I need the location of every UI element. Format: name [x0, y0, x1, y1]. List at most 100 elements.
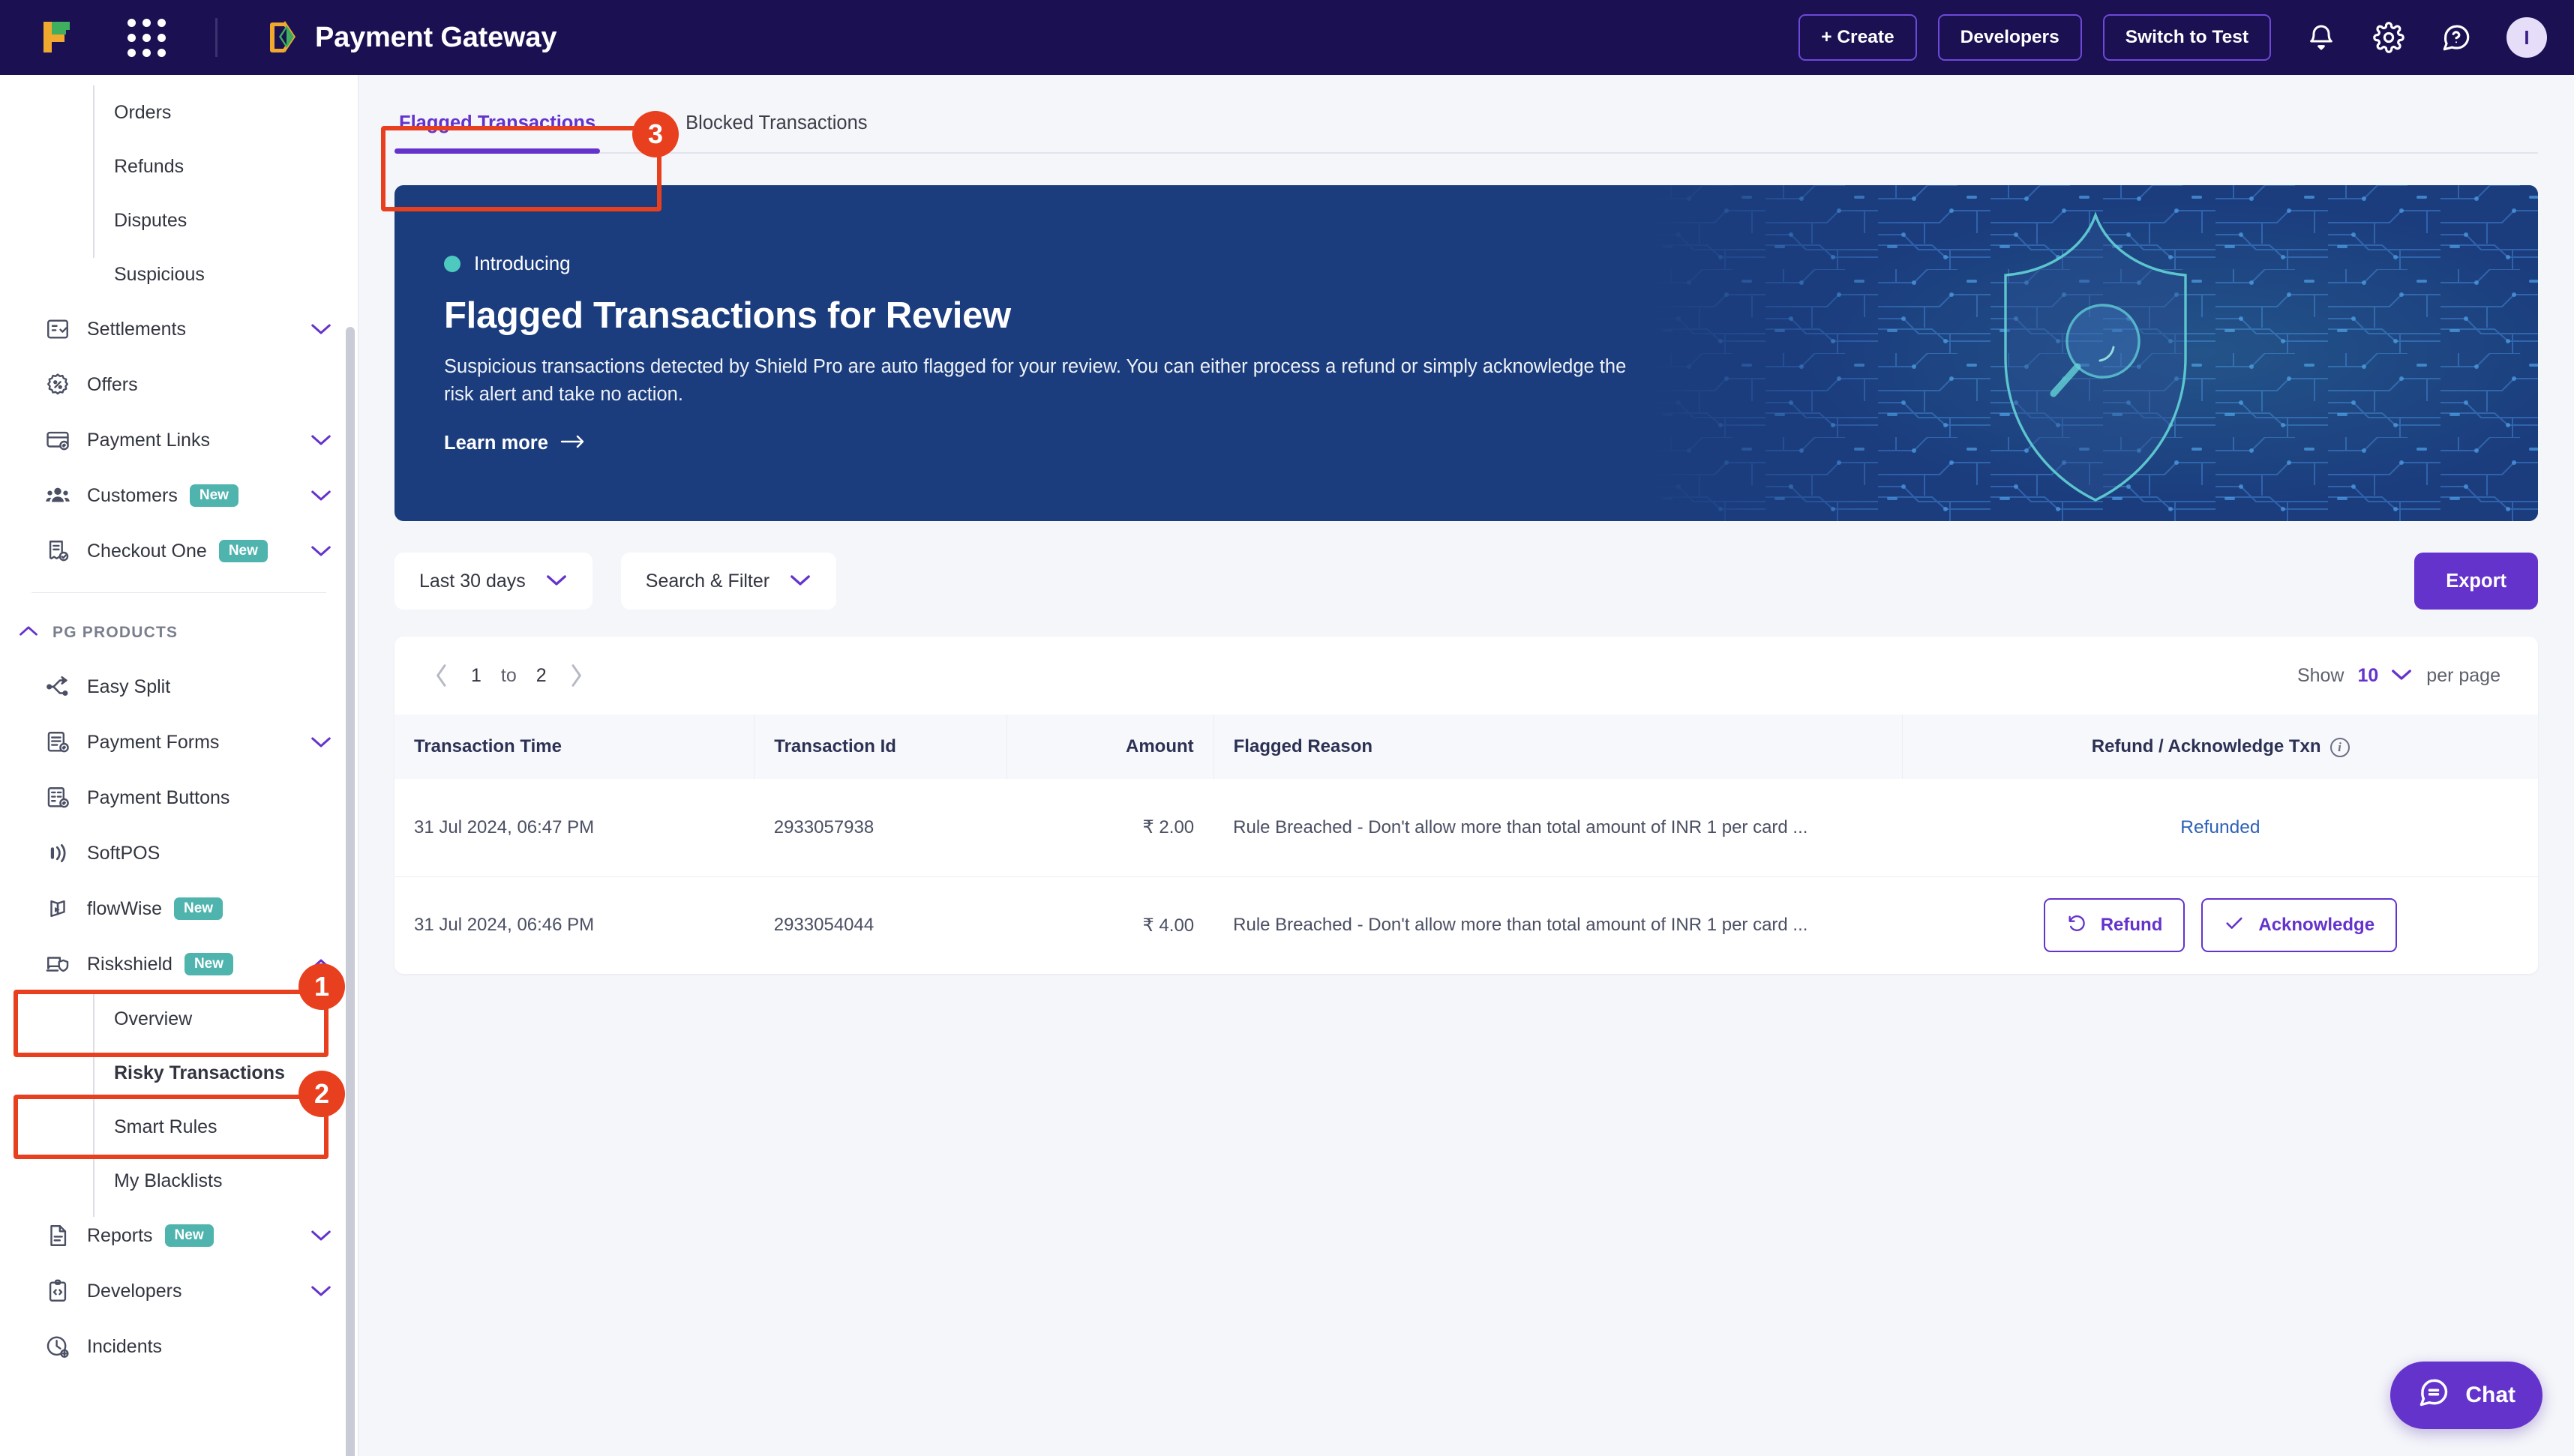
chevron-down-icon: [310, 735, 332, 749]
sidebar-scroll-area: Orders Refunds Disputes Suspicious Settl…: [0, 75, 358, 1374]
pagination-to-label: to: [500, 664, 517, 686]
sidebar-item-riskshield[interactable]: Riskshield New: [0, 936, 358, 992]
tab-blocked-transactions[interactable]: Blocked Transactions: [681, 102, 872, 154]
cell-action: Refund Acknowledge: [1903, 876, 2538, 974]
sidebar-subitem-risky-transactions[interactable]: Risky Transactions: [0, 1046, 358, 1100]
sidebar-subitem-orders[interactable]: Orders: [0, 85, 358, 139]
switch-to-test-button[interactable]: Switch to Test: [2102, 14, 2271, 61]
filter-bar: Last 30 days Search & Filter Export: [394, 553, 2538, 610]
sidebar-item-customers[interactable]: Customers New: [0, 468, 358, 523]
chevron-down-icon: [789, 571, 812, 592]
pagination-prev-icon[interactable]: [432, 663, 452, 688]
sidebar-item-developers[interactable]: Developers: [0, 1263, 358, 1319]
sidebar-item-settlements[interactable]: Settlements: [0, 301, 358, 357]
sidebar-item-label: Incidents: [87, 1335, 163, 1357]
chat-button[interactable]: Chat: [2390, 1362, 2542, 1429]
cell-transaction-id: 2933054044: [773, 915, 874, 936]
customers-icon: [42, 483, 74, 508]
sidebar-sub-guide-line: [93, 992, 94, 1217]
refund-button[interactable]: Refund: [2043, 898, 2186, 953]
table-row[interactable]: 31 Jul 2024, 06:47 PM 2933057938 ₹ 2.00 …: [394, 779, 2538, 877]
banner-description: Suspicious transactions detected by Shie…: [444, 356, 1627, 405]
sidebar-item-payment-forms[interactable]: Payment Forms: [0, 715, 358, 770]
sidebar-subitem-my-blacklists[interactable]: My Blacklists: [0, 1154, 358, 1208]
softpos-icon: [42, 840, 74, 866]
column-header-transaction-time: Transaction Time: [394, 715, 755, 779]
info-icon[interactable]: i: [2330, 737, 2350, 757]
bell-icon[interactable]: [2304, 20, 2338, 55]
per-page-dropdown[interactable]: 10: [2357, 665, 2413, 687]
badge-new: New: [164, 1224, 214, 1247]
sidebar-subitem-suspicious[interactable]: Suspicious: [0, 247, 358, 301]
payment-forms-icon: [42, 729, 74, 755]
settlements-icon: [42, 316, 74, 342]
sidebar-item-flowwise[interactable]: flowWise New: [0, 881, 358, 936]
sidebar: Orders Refunds Disputes Suspicious Settl…: [0, 75, 358, 1456]
avatar[interactable]: I: [2506, 17, 2547, 58]
checkout-one-icon: [42, 538, 74, 564]
chevron-up-icon: [310, 957, 332, 971]
sidebar-item-label: Developers: [87, 1280, 182, 1302]
developers-button[interactable]: Developers: [1937, 14, 2082, 61]
sidebar-section-pg-products[interactable]: PG PRODUCTS: [0, 607, 358, 659]
cell-transaction-time: 31 Jul 2024, 06:46 PM: [414, 915, 595, 936]
tab-flagged-transactions[interactable]: Flagged Transactions: [394, 102, 601, 154]
gear-icon[interactable]: [2372, 20, 2406, 55]
sidebar-item-payment-buttons[interactable]: Payment Buttons: [0, 770, 358, 825]
apps-grid-icon[interactable]: [128, 18, 166, 57]
sidebar-subitem-overview[interactable]: Overview: [0, 992, 358, 1046]
help-icon[interactable]: [2439, 20, 2474, 55]
refunded-status-link[interactable]: Refunded: [2180, 817, 2260, 837]
cell-amount: ₹ 2.00: [1006, 779, 1214, 877]
table-body: 31 Jul 2024, 06:47 PM 2933057938 ₹ 2.00 …: [394, 779, 2538, 974]
sidebar-subitem-disputes[interactable]: Disputes: [0, 193, 358, 247]
sidebar-item-softpos[interactable]: SoftPOS: [0, 825, 358, 881]
incidents-icon: [42, 1334, 74, 1359]
table-header-row: Transaction Time Transaction Id Amount F…: [394, 715, 2538, 779]
check-icon: [2224, 912, 2245, 939]
sidebar-item-easy-split[interactable]: Easy Split: [0, 659, 358, 715]
payment-gateway-logo[interactable]: Payment Gateway: [267, 19, 556, 55]
chevron-down-icon: [310, 544, 332, 558]
payment-gateway-mark-icon: [267, 19, 300, 55]
sidebar-subitem-refunds[interactable]: Refunds: [0, 139, 358, 193]
sidebar-item-checkout-one[interactable]: Checkout One New: [0, 523, 358, 579]
cell-action: Refunded: [1902, 779, 2538, 877]
riskshield-icon: [42, 951, 74, 977]
column-header-amount: Amount: [1006, 715, 1214, 779]
column-header-transaction-id: Transaction Id: [754, 715, 1008, 779]
pagination: 1 to 2: [432, 663, 586, 688]
fampay-f-logo-icon[interactable]: [39, 17, 74, 58]
per-page-value: 10: [2357, 664, 2379, 686]
acknowledge-button[interactable]: Acknowledge: [2201, 898, 2398, 953]
sidebar-item-payment-links[interactable]: Payment Links: [0, 412, 358, 468]
grid-dot: [128, 33, 136, 42]
chevron-up-icon: [18, 625, 39, 641]
chevron-down-icon: [310, 489, 332, 502]
create-button[interactable]: + Create: [1798, 14, 1917, 61]
date-range-dropdown[interactable]: Last 30 days: [394, 553, 592, 610]
sidebar-item-reports[interactable]: Reports New: [0, 1208, 358, 1263]
learn-more-link[interactable]: Learn more: [444, 433, 586, 454]
table-row[interactable]: 31 Jul 2024, 06:46 PM 2933054044 ₹ 4.00 …: [394, 876, 2538, 974]
sidebar-item-incidents[interactable]: Incidents: [0, 1319, 358, 1374]
flagged-transactions-table: Transaction Time Transaction Id Amount F…: [394, 715, 2538, 974]
chat-bubble-icon: [2417, 1376, 2450, 1415]
sidebar-item-label: Riskshield: [87, 953, 172, 975]
export-button[interactable]: Export: [2414, 553, 2538, 610]
sidebar-item-offers[interactable]: Offers: [0, 357, 358, 412]
sidebar-item-label: Payment Forms: [87, 731, 220, 753]
pagination-next-icon[interactable]: [566, 663, 586, 688]
easy-split-icon: [42, 674, 74, 700]
sidebar-subitem-label: Suspicious: [114, 263, 205, 285]
column-header-refund-acknowledge: Refund / Acknowledge Txn i: [1902, 715, 2538, 779]
sidebar-item-label: Offers: [87, 373, 138, 395]
chevron-down-icon: [310, 1229, 332, 1242]
grid-dot: [142, 33, 151, 42]
sidebar-subitem-smart-rules[interactable]: Smart Rules: [0, 1100, 358, 1154]
tab-label: Flagged Transactions: [399, 112, 596, 133]
search-filter-dropdown[interactable]: Search & Filter: [620, 553, 837, 610]
banner-title: Flagged Transactions for Review: [444, 295, 1011, 337]
badge-new: New: [189, 484, 238, 507]
sidebar-item-label: Customers: [87, 484, 178, 506]
